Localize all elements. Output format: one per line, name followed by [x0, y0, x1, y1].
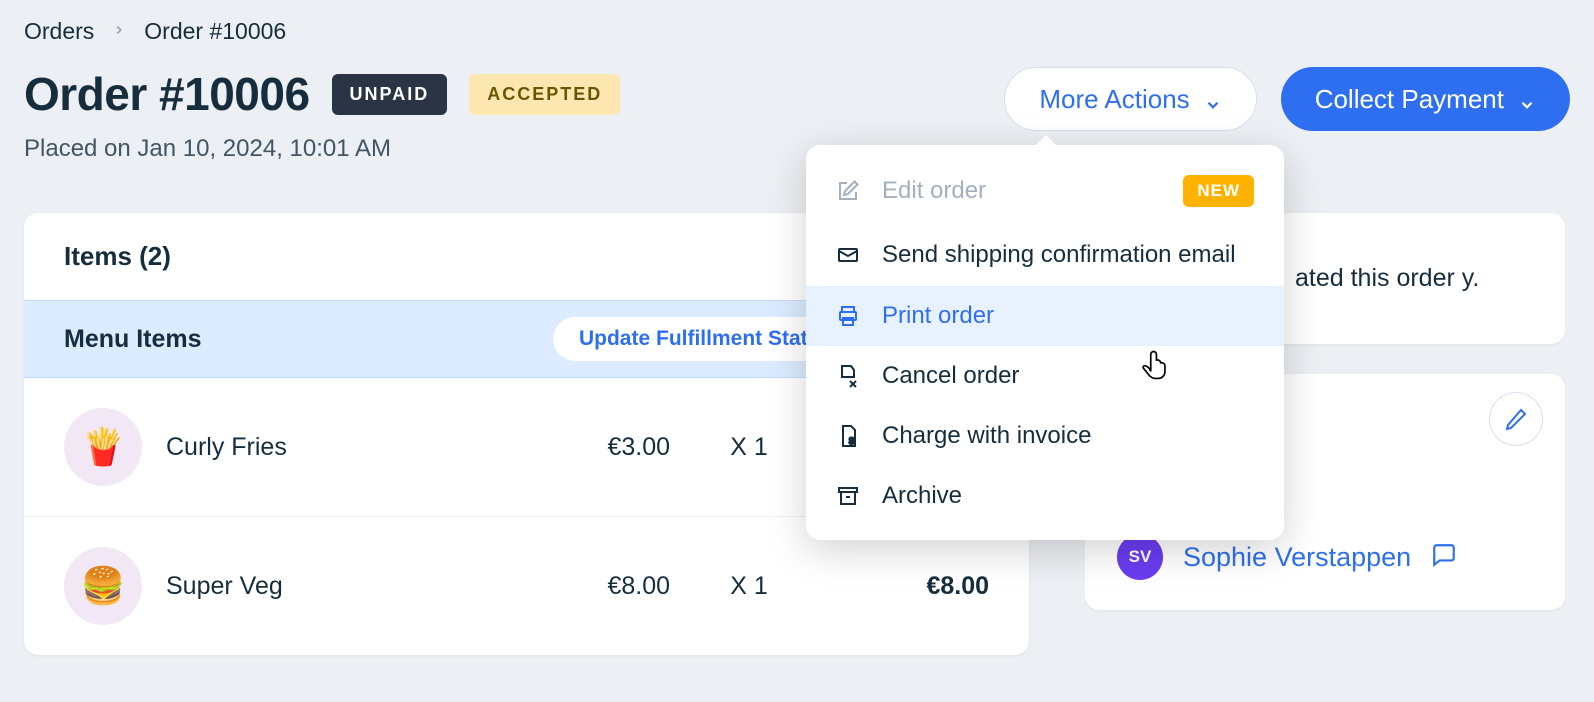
archive-icon [836, 484, 860, 508]
collect-payment-label: Collect Payment [1315, 84, 1504, 115]
more-actions-label: More Actions [1039, 84, 1189, 115]
item-name: Curly Fries [166, 433, 486, 462]
chevron-right-icon [112, 21, 126, 42]
more-actions-button[interactable]: More Actions [1004, 67, 1256, 131]
mail-icon [836, 243, 860, 267]
menu-item-label: Charge with invoice [882, 422, 1091, 450]
chevron-down-icon [1204, 90, 1222, 108]
menu-item-cancel-order[interactable]: Cancel order [806, 346, 1284, 406]
svg-text:$: $ [849, 436, 854, 446]
edit-icon [836, 179, 860, 203]
item-thumbnail: 🍔 [64, 547, 142, 625]
menu-items-label: Menu Items [64, 325, 202, 354]
breadcrumb: Orders Order #10006 [24, 18, 1570, 45]
cancel-icon [836, 364, 860, 388]
item-total: €8.00 [828, 572, 989, 601]
contact-name-link[interactable]: Sophie Verstappen [1183, 542, 1411, 573]
menu-item-label: Archive [882, 482, 962, 510]
chevron-down-icon [1518, 90, 1536, 108]
menu-item-print-order[interactable]: Print order [806, 286, 1284, 346]
breadcrumb-current: Order #10006 [144, 18, 286, 45]
placed-on-text: Placed on Jan 10, 2024, 10:01 AM [24, 135, 620, 163]
menu-item-charge-invoice[interactable]: $ Charge with invoice [806, 406, 1284, 466]
item-thumbnail: 🍟 [64, 408, 142, 486]
breadcrumb-root[interactable]: Orders [24, 18, 94, 45]
collect-payment-button[interactable]: Collect Payment [1281, 67, 1570, 131]
avatar: SV [1117, 534, 1163, 580]
menu-item-edit-order: Edit order NEW [806, 159, 1284, 223]
menu-item-send-shipping[interactable]: Send shipping confirmation email [806, 223, 1284, 286]
new-badge: NEW [1183, 175, 1254, 207]
menu-item-label: Send shipping confirmation email [882, 239, 1236, 270]
menu-item-label: Edit order [882, 177, 986, 205]
invoice-icon: $ [836, 424, 860, 448]
item-name: Super Veg [166, 572, 486, 601]
chat-icon[interactable] [1431, 542, 1457, 573]
status-badge-accepted: ACCEPTED [469, 74, 620, 115]
page-title: Order #10006 [24, 67, 310, 121]
status-badge-unpaid: UNPAID [332, 74, 448, 115]
menu-item-label: Cancel order [882, 362, 1019, 390]
menu-item-label: Print order [882, 302, 994, 330]
print-icon [836, 304, 860, 328]
menu-item-archive[interactable]: Archive [806, 466, 1284, 526]
item-price: €8.00 [510, 572, 670, 601]
item-qty: X 1 [694, 433, 804, 462]
more-actions-menu: Edit order NEW Send shipping confirmatio… [806, 145, 1284, 540]
item-qty: X 1 [694, 572, 804, 601]
edit-button[interactable] [1489, 392, 1543, 446]
item-price: €3.00 [510, 433, 670, 462]
